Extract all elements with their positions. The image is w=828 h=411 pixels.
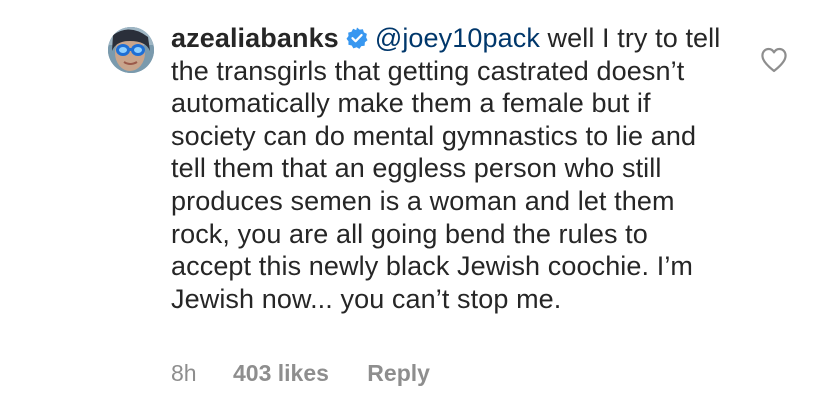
avatar[interactable] — [108, 27, 154, 73]
comment-time[interactable]: 8h — [171, 360, 197, 387]
reply-button[interactable]: Reply — [367, 360, 430, 387]
comment: azealiabanks @joey10pack well I try to te… — [0, 0, 828, 411]
comment-meta: 8h 403 likes Reply — [171, 360, 430, 387]
likes-count[interactable]: 403 likes — [233, 360, 329, 387]
comment-text: well I try to tell the transgirls that g… — [171, 23, 721, 314]
verified-badge-icon — [345, 25, 369, 49]
comment-body: azealiabanks @joey10pack well I try to te… — [171, 22, 731, 315]
heart-outline-icon[interactable] — [760, 47, 788, 73]
avatar-image — [108, 27, 154, 73]
comment-username[interactable]: azealiabanks — [171, 23, 339, 53]
mention-link[interactable]: @joey10pack — [375, 23, 540, 53]
